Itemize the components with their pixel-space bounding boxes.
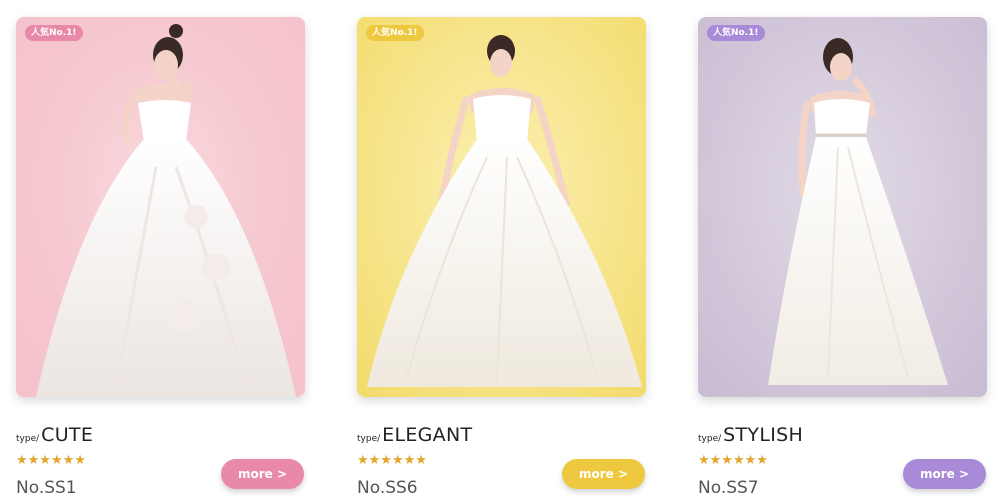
bride-in-aline-image (357, 17, 646, 397)
dress-photo[interactable]: 人気No.1! (16, 17, 305, 397)
rating-stars: ★★★★★★ (698, 453, 768, 468)
dress-card-stylish: 人気No.1! type/ STYLISH ★★★★★★ No.SS7 more… (698, 17, 987, 502)
type-name: ELEGANT (382, 424, 473, 446)
popularity-badge: 人気No.1! (707, 25, 765, 41)
type-name: CUTE (41, 424, 94, 446)
more-button[interactable]: more > (221, 459, 304, 489)
model-number: No.SS7 (698, 478, 759, 498)
dress-card-list: 人気No.1! type/ CUTE ★★★★★★ No.SS1 more > (0, 0, 1000, 502)
dress-type: type/ STYLISH (698, 424, 803, 448)
bride-in-ballgown-image (16, 17, 305, 397)
more-button[interactable]: more > (903, 459, 986, 489)
dress-type: type/ ELEGANT (357, 424, 472, 448)
bride-in-empire-image (698, 17, 987, 397)
type-prefix: type/ (698, 434, 722, 444)
popularity-badge: 人気No.1! (25, 25, 83, 41)
type-name: STYLISH (723, 424, 804, 446)
more-button[interactable]: more > (562, 459, 645, 489)
dress-card-elegant: 人気No.1! type/ ELEGANT ★★★★★★ No.SS6 more… (357, 17, 646, 502)
dress-photo[interactable]: 人気No.1! (357, 17, 646, 397)
dress-type: type/ CUTE (16, 424, 93, 448)
model-number: No.SS1 (16, 478, 77, 498)
model-number: No.SS6 (357, 478, 418, 498)
type-prefix: type/ (357, 434, 381, 444)
popularity-badge: 人気No.1! (366, 25, 424, 41)
rating-stars: ★★★★★★ (16, 453, 86, 468)
dress-photo[interactable]: 人気No.1! (698, 17, 987, 397)
dress-card-cute: 人気No.1! type/ CUTE ★★★★★★ No.SS1 more > (16, 17, 305, 502)
rating-stars: ★★★★★★ (357, 453, 427, 468)
type-prefix: type/ (16, 434, 40, 444)
